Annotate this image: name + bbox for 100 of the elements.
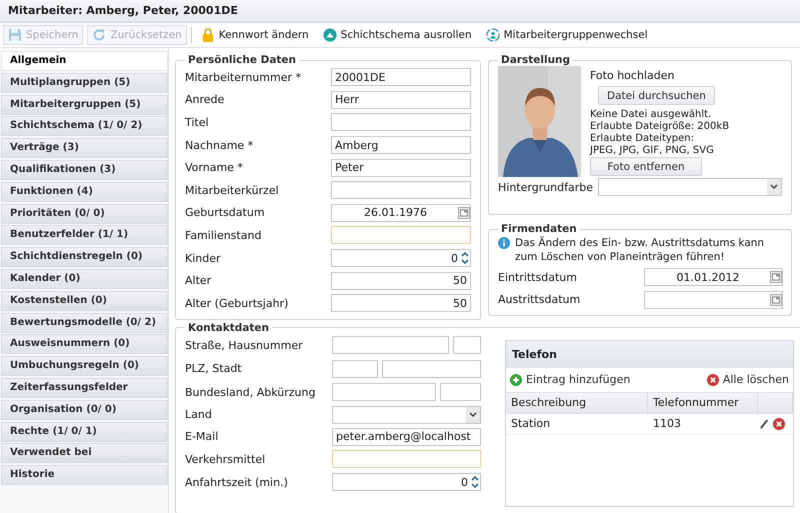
date-field[interactable]: 26.01.1976 [331,204,471,222]
section-title: Darstellung [500,54,572,66]
input-field[interactable] [332,336,449,354]
sidebar-tab[interactable]: Prioritäten (0/ 0) [1,204,168,224]
delete-icon[interactable] [773,418,785,430]
upload-circle-icon [322,28,337,42]
sidebar-tab[interactable]: Funktionen (4) [1,182,168,202]
sidebar-tab[interactable]: Schichtdienstregeln (0) [1,247,168,268]
notice-text: Das Ändern des Ein- bzw. Austrittsdatums kann zum Löschen von Planeinträgen führen! [515,236,766,264]
field-label: Eintrittsdatum [498,270,578,284]
input-field[interactable] [332,360,378,378]
clear-all-button[interactable]: Alle löschen [706,373,789,386]
input-field[interactable]: Peter [331,158,471,177]
calendar-icon[interactable] [770,292,782,307]
plus-icon [510,374,522,386]
input-field[interactable] [331,181,471,200]
file-info-text: Keine Datei ausgewählt. [590,109,712,121]
field-label: Bundesland, Abkürzung [185,386,316,399]
column-header[interactable]: Beschreibung [506,392,648,413]
sidebar-tab[interactable]: Mitarbeitergruppen (5) [1,94,168,115]
input-field[interactable]: Amberg [331,136,471,154]
field-label: Titel [185,116,210,129]
upload-label: Foto hochladen [590,69,674,82]
input-field[interactable]: peter.amberg@localhost [332,428,481,446]
column-header[interactable]: Telefonnummer [648,392,758,413]
number-field[interactable]: 0 [332,473,481,492]
date-field[interactable]: 01.01.2012 [644,268,783,286]
field-label: Kinder [185,252,222,265]
calendar-icon[interactable] [458,206,470,220]
spinner-arrows-icon[interactable] [470,474,480,490]
sidebar-tab[interactable]: Historie [1,465,168,486]
field-label: Familienstand [185,228,262,242]
table-cell-text: Station [510,417,552,430]
spinner-arrows-icon[interactable] [460,250,470,266]
section-title: Persönliche Daten [187,54,298,66]
panel-title: Telefon [506,340,793,368]
input-field[interactable] [331,113,471,132]
input-field[interactable] [332,450,481,468]
field-label: Mitarbeiterkürzel [185,184,280,197]
file-info-text: Erlaubte Dateigröße: 200kB [590,121,730,133]
date-field[interactable] [644,290,783,309]
sidebar-tab[interactable]: Organisation (0/ 0) [1,400,168,420]
number-field[interactable]: 0 [331,249,471,268]
table-cell-text: 1103 [652,417,682,430]
sidebar-tab[interactable]: Zeiterfassungsfelder [1,378,168,398]
sidebar-tab[interactable]: Kalender (0) [1,268,168,289]
input-field[interactable]: 50 [331,294,471,312]
field-label: Nachname * [185,138,254,152]
toolbar-button[interactable]: Kennwort ändern [196,25,314,45]
section-title: Firmendaten [500,223,578,235]
sidebar-tab[interactable]: Qualifikationen (3) [1,160,168,180]
sidebar-tab[interactable]: Rechte (1/ 0/ 1) [1,422,168,442]
input-field[interactable]: Herr [331,90,471,109]
input-field[interactable] [331,226,471,244]
input-field[interactable]: 50 [331,272,471,290]
dropdown-caret-icon[interactable] [466,406,480,423]
field-label: Land [185,408,213,422]
input-field[interactable] [440,383,481,402]
field-label: PLZ, Stadt [185,362,243,376]
calendar-icon[interactable] [770,270,782,284]
padlock-icon [200,28,215,42]
input-field[interactable] [453,336,481,354]
sidebar-tab[interactable]: Bewertungsmodelle (0/ 2) [1,312,168,333]
field-label: Alter [185,274,212,288]
field-label: Geburtsdatum [185,206,266,220]
sidebar-tab[interactable]: Verträge (3) [1,138,168,158]
toolbar-button[interactable]: Schichtschema ausrollen [318,25,477,45]
field-label: Mitarbeiternummer * [185,70,302,84]
sidebar-tab[interactable]: Benutzerfelder (1/ 1) [1,225,168,246]
sidebar-tab[interactable]: Verwendet bei [1,443,168,464]
sidebar-tab[interactable]: Umbuchungsregeln (0) [1,356,168,376]
input-field[interactable]: 20001DE [331,68,471,86]
field-label: Straße, Hausnummer [185,338,304,352]
field-label: Austrittsdatum [498,293,582,306]
add-entry-button[interactable]: Eintrag hinzufügen [510,373,630,386]
file-info-text: JPEG, JPG, GIF, PNG, SVG [590,145,714,157]
field-label: Hintergrundfarbe [498,180,594,194]
sidebar-tab[interactable]: Schichtschema (1/ 0/ 2) [1,116,168,136]
sidebar-tab[interactable]: Kostenstellen (0) [1,290,168,311]
sidebar-tab[interactable]: Ausweisnummern (0) [1,334,168,354]
sidebar-tab[interactable]: Allgemein [1,51,168,71]
pencil-icon[interactable] [758,418,770,430]
people-swap-icon [486,28,500,42]
dropdown-caret-icon[interactable] [767,179,781,195]
toolbar-button[interactable]: Mitarbeitergruppenwechsel [480,25,653,45]
browse-button[interactable]: Datei durchsuchen [598,86,715,105]
dropdown-field[interactable] [332,406,481,424]
remove-photo-button[interactable]: Foto entfernen [590,157,702,176]
field-label: Verkehrsmittel [185,452,266,466]
file-info-text: Erlaubte Dateitypen: [590,133,694,145]
field-label: Alter (Geburtsjahr) [185,296,290,310]
window-title: Mitarbeiter: Amberg, Peter, 20001DE [0,0,800,23]
field-label: Anrede [185,93,226,106]
field-label: Vorname * [185,161,244,174]
input-field[interactable] [382,360,481,378]
dropdown-field[interactable] [598,178,782,196]
field-label: Anfahrtszeit (min.) [185,476,289,489]
sidebar-tab[interactable]: Multiplangruppen (5) [1,72,168,93]
delete-icon [706,374,719,386]
input-field[interactable] [332,383,436,402]
